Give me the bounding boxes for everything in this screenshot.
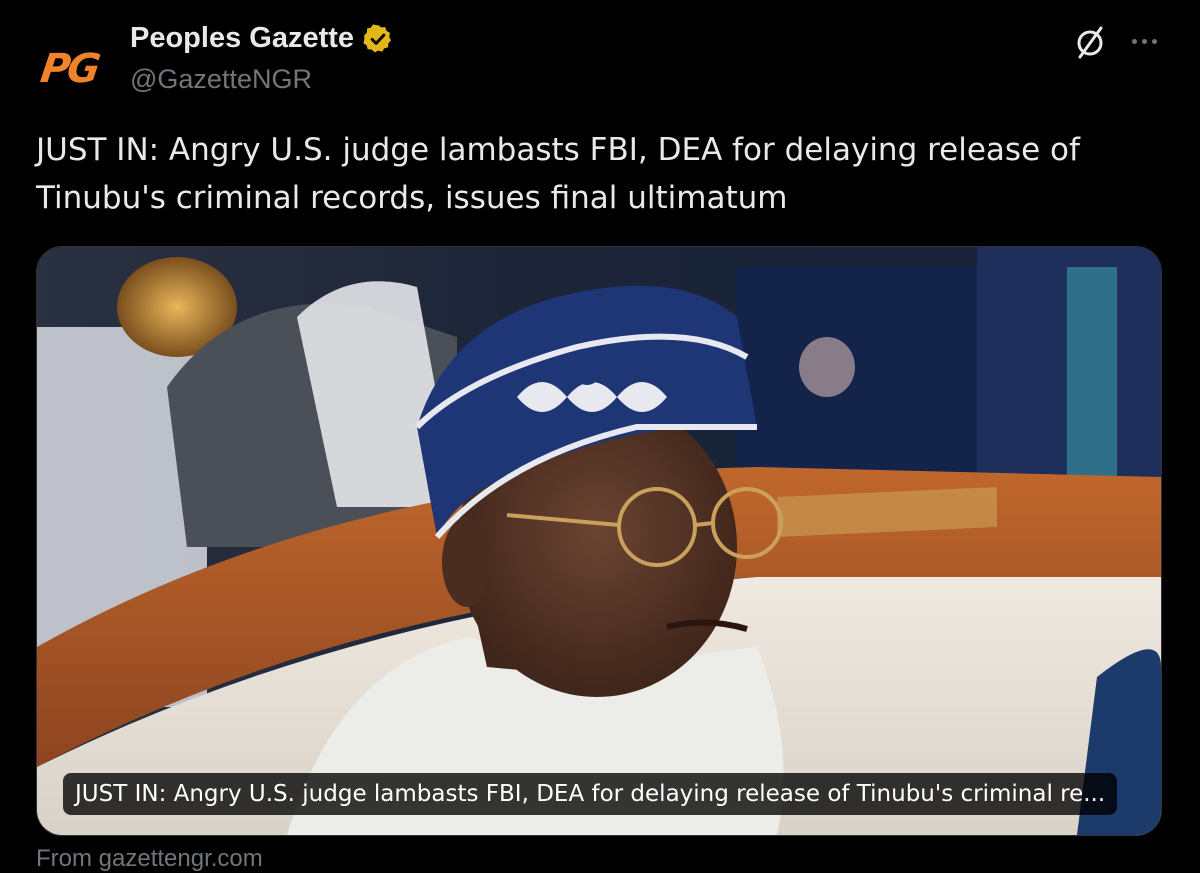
tweet-text: JUST IN: Angry U.S. judge lambasts FBI, …	[36, 132, 1080, 216]
dot	[1131, 38, 1137, 44]
link-card-source[interactable]: From gazettengr.com	[36, 845, 263, 873]
author-name-row[interactable]: Peoples Gazette	[130, 22, 394, 55]
grok-icon[interactable]	[1070, 22, 1110, 62]
author-avatar[interactable]: PG	[30, 30, 108, 108]
author-handle[interactable]: @GazetteNGR	[130, 64, 312, 95]
tweet[interactable]: PG Peoples Gazette @GazetteNGR JUST IN: …	[0, 0, 1200, 872]
verified-badge-icon[interactable]	[362, 23, 394, 55]
dot	[1141, 38, 1147, 44]
link-card-caption: JUST IN: Angry U.S. judge lambasts FBI, …	[63, 773, 1118, 815]
dot	[1151, 38, 1157, 44]
article-photo	[37, 247, 1161, 835]
more-options-icon[interactable]	[1124, 26, 1164, 56]
link-card[interactable]: JUST IN: Angry U.S. judge lambasts FBI, …	[36, 246, 1162, 836]
avatar-logo-text: PG	[37, 46, 101, 92]
author-display-name[interactable]: Peoples Gazette	[130, 22, 354, 55]
